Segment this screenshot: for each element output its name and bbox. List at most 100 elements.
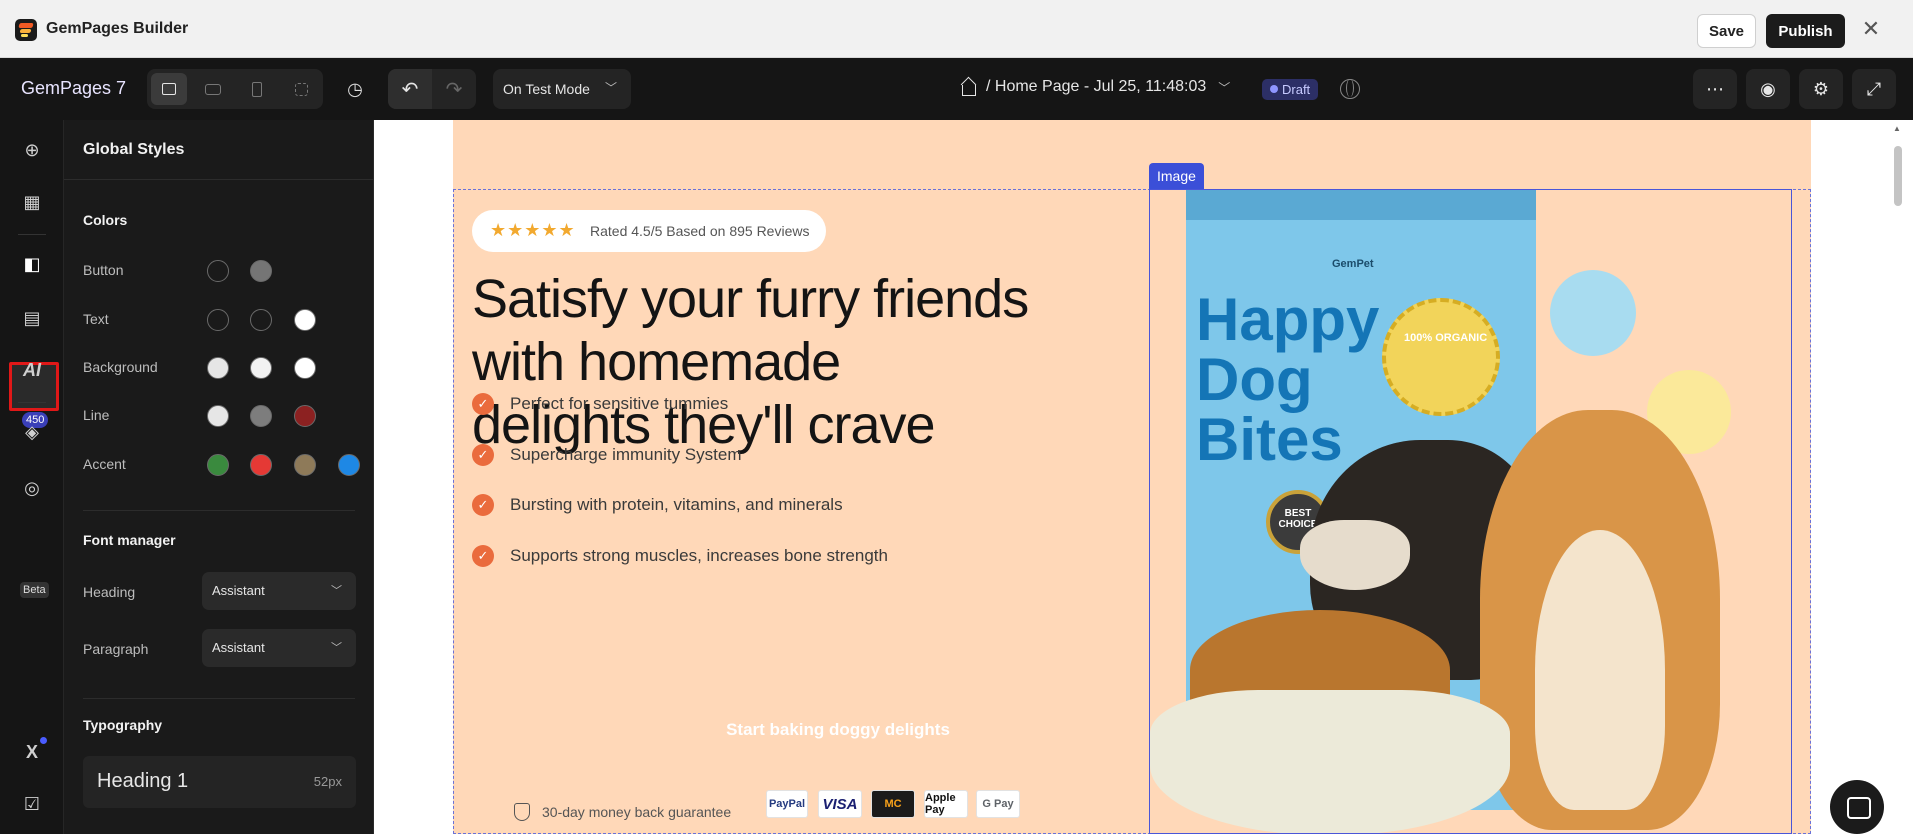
color-row-label: Background bbox=[83, 359, 158, 375]
layers-icon[interactable]: ◈ bbox=[20, 420, 44, 444]
color-swatch[interactable] bbox=[294, 309, 316, 331]
color-swatch[interactable] bbox=[250, 454, 272, 476]
fit-view-button[interactable] bbox=[283, 73, 319, 105]
color-swatch[interactable] bbox=[338, 454, 360, 476]
laptop-view-button[interactable] bbox=[195, 73, 231, 105]
hero-image[interactable]: GemPet Happy Dog Bites 100% ORGANIC BEST… bbox=[1149, 189, 1792, 834]
laptop-icon bbox=[205, 83, 221, 95]
mode-select[interactable]: On Test Mode ﹀ bbox=[493, 69, 631, 109]
cta-button[interactable]: Start baking doggy delights bbox=[658, 720, 1018, 740]
mastercard-logo: MC bbox=[871, 790, 915, 818]
home-icon bbox=[960, 78, 978, 96]
check-icon: ✓ bbox=[472, 494, 494, 516]
font-manager-title: Font manager bbox=[83, 532, 176, 548]
chat-support-button[interactable] bbox=[1830, 780, 1884, 834]
publish-button[interactable]: Publish bbox=[1766, 14, 1845, 48]
checklist-icon[interactable]: ☑ bbox=[20, 792, 44, 816]
mode-select-label: On Test Mode bbox=[503, 81, 590, 97]
review-pill[interactable]: ★★★★★ Rated 4.5/5 Based on 895 Reviews bbox=[472, 210, 826, 252]
benefit-item[interactable]: ✓ Perfect for sensitive tummies bbox=[472, 392, 728, 416]
organic-seal: 100% ORGANIC bbox=[1382, 298, 1500, 416]
chevron-down-icon: ﹀ bbox=[331, 585, 342, 597]
scroll-up-icon[interactable]: ▲ bbox=[1893, 124, 1901, 133]
status-badge: Draft bbox=[1262, 79, 1319, 100]
visa-logo: VISA bbox=[818, 790, 862, 818]
fullscreen-button[interactable]: ⤢ bbox=[1852, 69, 1896, 109]
global-styles-icon: ◧ bbox=[23, 254, 41, 274]
page-canvas[interactable]: ★★★★★ Rated 4.5/5 Based on 895 Reviews S… bbox=[374, 120, 1913, 834]
benefit-text: Bursting with protein, vitamins, and min… bbox=[510, 495, 843, 514]
save-button[interactable]: Save bbox=[1697, 14, 1756, 48]
undo-button[interactable]: ↶ bbox=[388, 69, 432, 109]
benefit-item[interactable]: ✓ Supports strong muscles, increases bone… bbox=[472, 544, 888, 568]
add-element-icon[interactable]: ⊕ bbox=[20, 138, 44, 162]
image-block-label: Image bbox=[1149, 163, 1204, 189]
rail-divider bbox=[18, 234, 46, 235]
settings-button[interactable]: ⚙ bbox=[1799, 69, 1843, 109]
color-swatch[interactable] bbox=[207, 309, 229, 331]
more-options-button[interactable]: ⋯ bbox=[1693, 69, 1737, 109]
benefit-item[interactable]: ✓ Bursting with protein, vitamins, and mi… bbox=[472, 493, 843, 517]
heading-font-label: Heading bbox=[83, 584, 136, 600]
preview-button[interactable]: ◉ bbox=[1746, 69, 1790, 109]
color-swatch[interactable] bbox=[207, 405, 229, 427]
sections-icon[interactable]: ▦ bbox=[20, 190, 44, 214]
hero-headline[interactable]: Satisfy your furry friends with homemade… bbox=[472, 268, 1032, 457]
bag-brand: GemPet bbox=[1332, 258, 1374, 270]
page-selector[interactable]: / Home Page - Jul 25, 11:48:03 ﹀ bbox=[960, 78, 1230, 96]
shiba-dog-chest bbox=[1535, 530, 1665, 810]
page-title: / Home Page - Jul 25, 11:48:03 bbox=[986, 78, 1207, 95]
divider bbox=[83, 510, 355, 511]
rating-stars-icon: ★★★★★ bbox=[490, 220, 576, 240]
color-swatch[interactable] bbox=[250, 405, 272, 427]
colors-section-title: Colors bbox=[83, 212, 128, 228]
check-icon: ✓ bbox=[472, 444, 494, 466]
color-swatch[interactable] bbox=[250, 357, 272, 379]
paragraph-font-select[interactable]: Assistant ﹀ bbox=[202, 629, 356, 667]
typography-title: Typography bbox=[83, 717, 163, 733]
color-row-label: Line bbox=[83, 407, 110, 423]
gempages-logo-icon bbox=[15, 19, 37, 41]
color-swatch[interactable] bbox=[207, 260, 229, 282]
canvas-scrollbar[interactable] bbox=[1894, 146, 1902, 206]
ai-icon[interactable]: AI bbox=[20, 358, 44, 382]
window-titlebar: GemPages Builder Save Publish ✕ bbox=[0, 0, 1913, 58]
paragraph-font-value: Assistant bbox=[212, 640, 265, 655]
color-swatch[interactable] bbox=[294, 454, 316, 476]
heading-font-select[interactable]: Assistant ﹀ bbox=[202, 572, 356, 610]
editor-toolbar: GemPages 7 ◷ ↶ ↷ On Test Mode ﹀ / Home P… bbox=[0, 58, 1913, 120]
benefit-text: Perfect for sensitive tummies bbox=[510, 394, 729, 413]
redo-button[interactable]: ↷ bbox=[432, 69, 476, 109]
guarantee-line: 30-day money back guarantee bbox=[514, 803, 731, 821]
color-swatch[interactable] bbox=[294, 405, 316, 427]
undo-redo-group: ↶ ↷ bbox=[388, 69, 476, 109]
chevron-down-icon: ﹀ bbox=[604, 81, 617, 95]
heading-font-value: Assistant bbox=[212, 583, 265, 598]
color-swatch[interactable] bbox=[294, 357, 316, 379]
benefit-text: Supports strong muscles, increases bone … bbox=[510, 546, 888, 565]
cursor-target-icon[interactable]: ◎ bbox=[20, 476, 44, 500]
paw-icon bbox=[1550, 270, 1636, 356]
desktop-icon bbox=[162, 83, 176, 95]
app-title: GemPages Builder bbox=[46, 20, 189, 37]
history-icon[interactable]: ◷ bbox=[344, 78, 366, 100]
brand-label: GemPages 7 bbox=[21, 78, 127, 98]
globe-icon[interactable] bbox=[1340, 79, 1360, 99]
color-swatch[interactable] bbox=[207, 357, 229, 379]
benefit-item[interactable]: ✓ Supercharge immunity System bbox=[472, 443, 741, 467]
rail-divider bbox=[18, 402, 46, 403]
color-swatch[interactable] bbox=[250, 309, 272, 331]
bag-product-name: Happy Dog Bites bbox=[1196, 290, 1379, 470]
global-styles-panel: Global Styles Colors Button Text Backgroun… bbox=[64, 120, 374, 834]
templates-icon[interactable]: ▤ bbox=[20, 306, 44, 330]
typography-heading-1[interactable]: Heading 1 52px bbox=[83, 756, 356, 808]
color-swatch[interactable] bbox=[250, 260, 272, 282]
x-app-icon[interactable]: X bbox=[20, 740, 44, 764]
food-bowl bbox=[1150, 690, 1510, 833]
desktop-view-button[interactable] bbox=[151, 73, 187, 105]
color-swatch[interactable] bbox=[207, 454, 229, 476]
close-icon[interactable]: ✕ bbox=[1860, 18, 1882, 40]
review-text: Rated 4.5/5 Based on 895 Reviews bbox=[590, 223, 810, 239]
mobile-view-button[interactable] bbox=[239, 73, 275, 105]
typography-name: Heading 1 bbox=[97, 770, 189, 792]
